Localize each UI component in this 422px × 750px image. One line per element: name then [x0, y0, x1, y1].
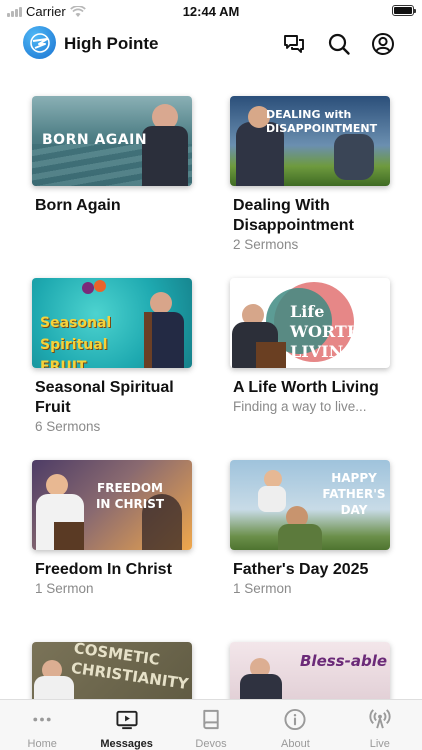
series-card[interactable]: DEALING with DISAPPOINTMENT Dealing With… — [230, 96, 390, 254]
thumbnail-text: BORN AGAIN — [42, 132, 148, 148]
tab-messages[interactable]: Messages — [84, 700, 168, 750]
tab-home[interactable]: Home — [0, 700, 84, 750]
app-logo — [23, 26, 56, 59]
tab-label: About — [281, 738, 310, 750]
series-thumbnail: BORN AGAIN — [32, 96, 192, 186]
series-card[interactable]: HAPPY FATHER'S DAY Father's Day 2025 1 S… — [230, 460, 390, 598]
book-icon — [203, 709, 219, 730]
series-title: Born Again — [35, 197, 121, 214]
app-title: High Pointe — [64, 34, 159, 53]
series-thumbnail: FREEDOM IN CHRIST — [32, 460, 192, 550]
series-sermon-count: 2 Sermons — [233, 237, 299, 252]
thumbnail-text: Bless-able — [300, 652, 388, 670]
tab-live[interactable]: Live — [338, 700, 422, 750]
tab-label: Live — [369, 738, 390, 750]
tab-label: Devos — [195, 738, 227, 750]
logo-mark-icon — [29, 32, 50, 53]
tab-about[interactable]: About — [253, 700, 337, 750]
series-title: Father's Day 2025 — [233, 561, 369, 578]
series-card[interactable]: Life WORTH LIVING A Life Worth Living Fi… — [230, 278, 390, 416]
series-sermon-count: 6 Sermons — [35, 419, 101, 434]
battery-icon — [392, 5, 416, 16]
thumbnail-text: FREEDOM IN CHRIST — [95, 481, 165, 511]
thumbnail-text: DEALING with DISAPPOINTMENT — [266, 108, 378, 135]
tab-devos[interactable]: Devos — [169, 700, 253, 750]
series-thumbnail: DEALING with DISAPPOINTMENT — [230, 96, 390, 186]
series-thumbnail: HAPPY FATHER'S DAY — [230, 460, 390, 550]
series-sermon-count: 1 Sermon — [233, 581, 292, 596]
more-dots-icon — [33, 717, 51, 722]
status-time: 12:44 AM — [182, 4, 240, 19]
series-thumbnail: Seasonal Spiritual FRUIT — [32, 278, 192, 368]
info-icon — [284, 708, 306, 731]
tab-label: Home — [27, 738, 57, 750]
series-card[interactable]: FREEDOM IN CHRIST Freedom In Christ 1 Se… — [32, 460, 192, 598]
thumbnail-text: COSMETIC CHRISTIANITY — [69, 642, 190, 694]
series-thumbnail: Life WORTH LIVING — [230, 278, 390, 368]
tab-bar: Home Messages Devos About Live — [0, 699, 422, 750]
app-header: High Pointe — [0, 24, 422, 64]
series-card[interactable]: Seasonal Spiritual FRUIT Seasonal Spirit… — [32, 278, 192, 436]
series-title: Freedom In Christ — [35, 561, 172, 578]
series-title: A Life Worth Living — [233, 379, 379, 396]
series-card[interactable]: BORN AGAIN Born Again — [32, 96, 192, 216]
series-title: Dealing With Disappointment — [233, 197, 354, 234]
thumbnail-text: HAPPY FATHER'S DAY — [322, 471, 386, 517]
search-icon[interactable] — [327, 32, 351, 56]
thumbnail-text: Seasonal Spiritual FRUIT — [40, 315, 112, 368]
tab-label: Messages — [100, 738, 153, 750]
series-description: Finding a way to live... — [233, 399, 367, 414]
thumbnail-text: Life WORTH LIVING — [290, 302, 362, 361]
series-title: Seasonal Spiritual Fruit — [35, 379, 174, 416]
status-bar: Carrier 12:44 AM — [0, 0, 422, 22]
broadcast-icon — [369, 709, 391, 729]
account-icon[interactable] — [371, 32, 395, 56]
video-icon — [116, 710, 138, 730]
series-sermon-count: 1 Sermon — [35, 581, 94, 596]
chat-icon[interactable] — [282, 32, 306, 56]
